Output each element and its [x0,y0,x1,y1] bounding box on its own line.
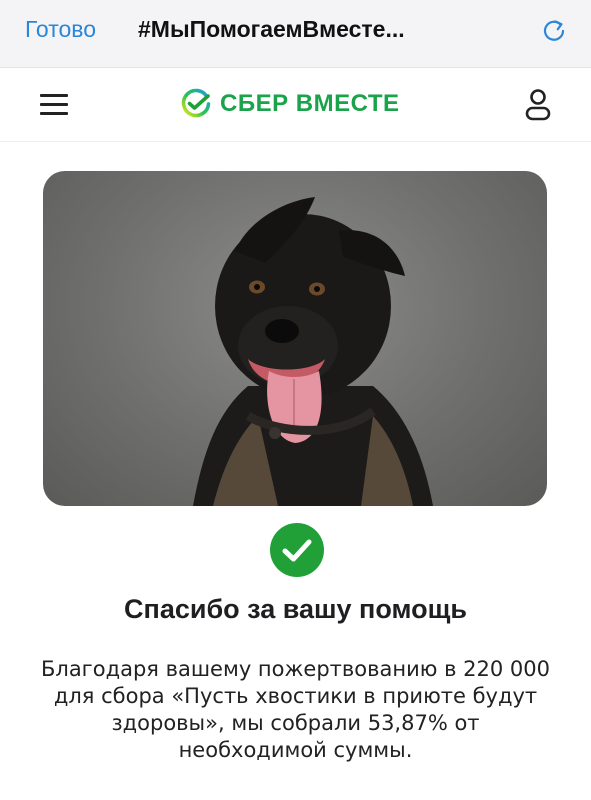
sber-logo-icon [181,88,211,118]
thanks-title: Спасибо за вашу помощь [124,594,467,624]
reload-icon[interactable] [540,17,568,45]
sber-vmeste-logo[interactable]: СБЕР ВМЕСТЕ [180,86,400,122]
browser-toolbar: Готово #МыПомогаемВместе... [0,0,591,68]
donation-message-line: необходимой суммы. [178,738,413,762]
site-header: СБЕР ВМЕСТЕ [0,68,591,142]
logo-text: СБЕР ВМЕСТЕ [220,90,400,117]
hamburger-menu-icon[interactable] [40,94,68,116]
dog-photo [43,171,547,506]
donation-message: Благодаря вашему пожертвованию в 220 000… [20,656,571,764]
donation-message-line: Благодаря вашему пожертвованию в 220 000 [40,657,550,681]
donation-message-line: для сбора «Пусть хвостики в приюте будут [53,684,538,708]
donation-message-line: здоровы», мы собрали 53,87% от [111,711,480,735]
page-title: #МыПомогаемВместе... [138,16,405,42]
dog-illustration [193,197,433,506]
user-profile-icon[interactable] [524,88,552,122]
check-circle-icon [270,523,324,577]
done-button[interactable]: Готово [25,16,96,43]
